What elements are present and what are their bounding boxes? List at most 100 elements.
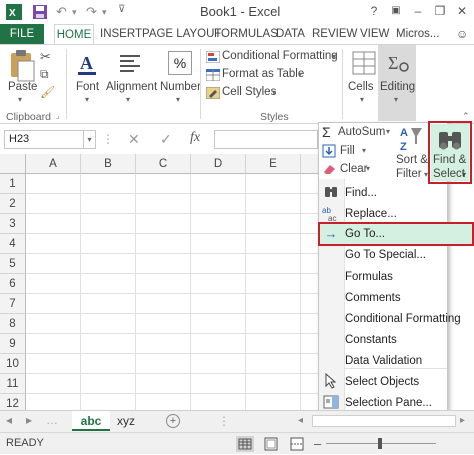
name-box-dropdown-icon[interactable]: ▾ — [84, 130, 96, 149]
paste-button-label[interactable]: Paste — [8, 81, 37, 93]
font-dropdown-icon[interactable]: ▾ — [85, 95, 89, 104]
fill-dropdown-icon[interactable]: ▾ — [362, 146, 366, 155]
editing-dropdown-icon[interactable]: ▾ — [394, 95, 398, 104]
fill-icon[interactable] — [322, 144, 336, 158]
alignment-dropdown-icon[interactable]: ▾ — [126, 95, 130, 104]
cut-icon[interactable]: ✂ — [40, 49, 51, 65]
menu-item-conditional-formatting[interactable]: Conditional Formatting — [345, 309, 471, 329]
menu-item-formulas[interactable]: Formulas — [345, 267, 447, 287]
row-header[interactable]: 9 — [0, 334, 26, 354]
tab-file[interactable]: FILE — [0, 24, 44, 44]
page-layout-view-icon[interactable] — [262, 436, 280, 452]
menu-item-select-objects[interactable]: Select Objects — [345, 372, 447, 392]
clear-dropdown-icon[interactable]: ▾ — [366, 164, 370, 173]
add-sheet-button[interactable]: + — [166, 414, 180, 428]
row-header[interactable]: 3 — [0, 214, 26, 234]
menu-item-replace[interactable]: Replace... — [345, 204, 447, 224]
tab-page-layout[interactable]: PAGE LAYOUT — [142, 24, 221, 44]
alignment-button-label[interactable]: Alignment — [106, 81, 157, 93]
find-select-label-line1[interactable]: Find & — [433, 154, 466, 166]
format-as-table-label[interactable]: Format as Table — [222, 68, 304, 80]
more-sheets-icon[interactable]: … — [46, 413, 58, 427]
column-header[interactable]: A — [26, 154, 81, 174]
clear-eraser-icon[interactable] — [322, 163, 336, 175]
conditional-formatting-icon[interactable] — [205, 50, 221, 64]
column-header[interactable]: B — [81, 154, 136, 174]
menu-item-find[interactable]: Find... — [345, 183, 447, 203]
sort-filter-label-line1[interactable]: Sort & — [396, 154, 428, 166]
column-header[interactable]: C — [136, 154, 191, 174]
clipboard-launcher-icon[interactable]: ⌟ — [56, 111, 60, 120]
hscroll-right-icon[interactable]: ▸ — [460, 415, 465, 426]
menu-item-goto-special[interactable]: Go To Special... — [345, 245, 447, 265]
find-select-label-line2[interactable]: Select — [433, 168, 465, 180]
hscroll-left-icon[interactable]: ◂ — [298, 415, 303, 426]
row-header[interactable]: 4 — [0, 234, 26, 254]
row-header[interactable]: 1 — [0, 174, 26, 194]
name-box[interactable]: H23 — [4, 130, 84, 149]
font-icon[interactable]: A — [76, 51, 98, 77]
select-all-corner[interactable] — [0, 154, 26, 174]
autosum-label[interactable]: AutoSum — [338, 126, 385, 138]
tab-formulas[interactable]: FORMULAS — [214, 24, 278, 44]
number-percent-icon[interactable]: % — [168, 51, 192, 75]
editing-icon[interactable]: Σ — [386, 51, 410, 75]
account-name[interactable]: Micros... — [396, 24, 439, 44]
zoom-out-button[interactable]: – — [314, 436, 321, 451]
number-dropdown-icon[interactable]: ▾ — [176, 95, 180, 104]
find-binoculars-icon[interactable] — [436, 128, 464, 152]
formula-input[interactable] — [214, 130, 318, 149]
column-header[interactable]: F — [301, 154, 318, 174]
column-header[interactable]: D — [191, 154, 246, 174]
tab-insert[interactable]: INSERT — [100, 24, 142, 44]
redo-icon[interactable]: ↷ — [86, 4, 102, 20]
menu-item-comments[interactable]: Comments — [345, 288, 447, 308]
format-as-table-icon[interactable] — [205, 68, 221, 82]
menu-item-constants[interactable]: Constants — [345, 330, 447, 350]
horizontal-scrollbar[interactable] — [312, 415, 456, 427]
sort-filter-icon[interactable]: AZ — [398, 124, 424, 154]
cancel-entry-icon[interactable]: ✕ — [128, 131, 140, 148]
column-header[interactable]: E — [246, 154, 301, 174]
row-header[interactable]: 2 — [0, 194, 26, 214]
row-header[interactable]: 5 — [0, 254, 26, 274]
account-avatar-icon[interactable]: ☺ — [456, 24, 468, 44]
paste-dropdown-icon[interactable]: ▾ — [18, 95, 22, 104]
paste-icon[interactable] — [8, 49, 36, 83]
autosum-dropdown-icon[interactable]: ▾ — [386, 127, 390, 136]
format-as-table-dropdown-icon[interactable]: ▾ — [298, 70, 302, 79]
find-select-dropdown-icon[interactable]: ▾ — [462, 170, 466, 179]
row-header[interactable]: 8 — [0, 314, 26, 334]
normal-view-icon[interactable] — [236, 436, 254, 452]
cell-styles-dropdown-icon[interactable]: ▾ — [272, 88, 276, 97]
enter-entry-icon[interactable]: ✓ — [160, 131, 172, 148]
number-button-label[interactable]: Number — [160, 81, 201, 93]
cells-dropdown-icon[interactable]: ▾ — [360, 95, 364, 104]
row-header[interactable]: 10 — [0, 354, 26, 374]
minimize-button[interactable]: – — [408, 2, 428, 20]
tab-review[interactable]: REVIEW — [312, 24, 357, 44]
row-header[interactable]: 7 — [0, 294, 26, 314]
autosum-icon[interactable]: Σ — [322, 124, 331, 140]
sheet-tab-xyz[interactable]: xyz — [112, 411, 140, 431]
editing-button-label[interactable]: Editing — [380, 81, 415, 93]
tab-view[interactable]: VIEW — [360, 24, 389, 44]
redo-dropdown-icon[interactable]: ▾ — [102, 7, 118, 23]
help-button[interactable]: ? — [364, 2, 384, 20]
menu-item-goto[interactable]: Go To... — [345, 224, 447, 244]
close-button[interactable]: ✕ — [452, 2, 472, 20]
restore-button[interactable]: ❐ — [430, 2, 450, 20]
customize-toolbar-icon[interactable]: ⊽ — [118, 4, 134, 20]
row-header[interactable]: 6 — [0, 274, 26, 294]
cell-styles-label[interactable]: Cell Styles — [222, 86, 276, 98]
cells-button-label[interactable]: Cells — [348, 81, 374, 93]
zoom-slider-thumb[interactable] — [378, 438, 382, 449]
scroll-right-icon[interactable]: ▸ — [26, 413, 32, 427]
scroll-left-icon[interactable]: ◂ — [6, 413, 12, 427]
conditional-formatting-label[interactable]: Conditional Formatting — [222, 50, 338, 62]
undo-icon[interactable]: ↶ — [56, 4, 72, 20]
cells-icon[interactable] — [352, 51, 376, 75]
save-icon[interactable] — [32, 4, 48, 20]
tab-home[interactable]: HOME — [54, 24, 94, 45]
sort-filter-label-line2[interactable]: Filter — [396, 168, 422, 180]
